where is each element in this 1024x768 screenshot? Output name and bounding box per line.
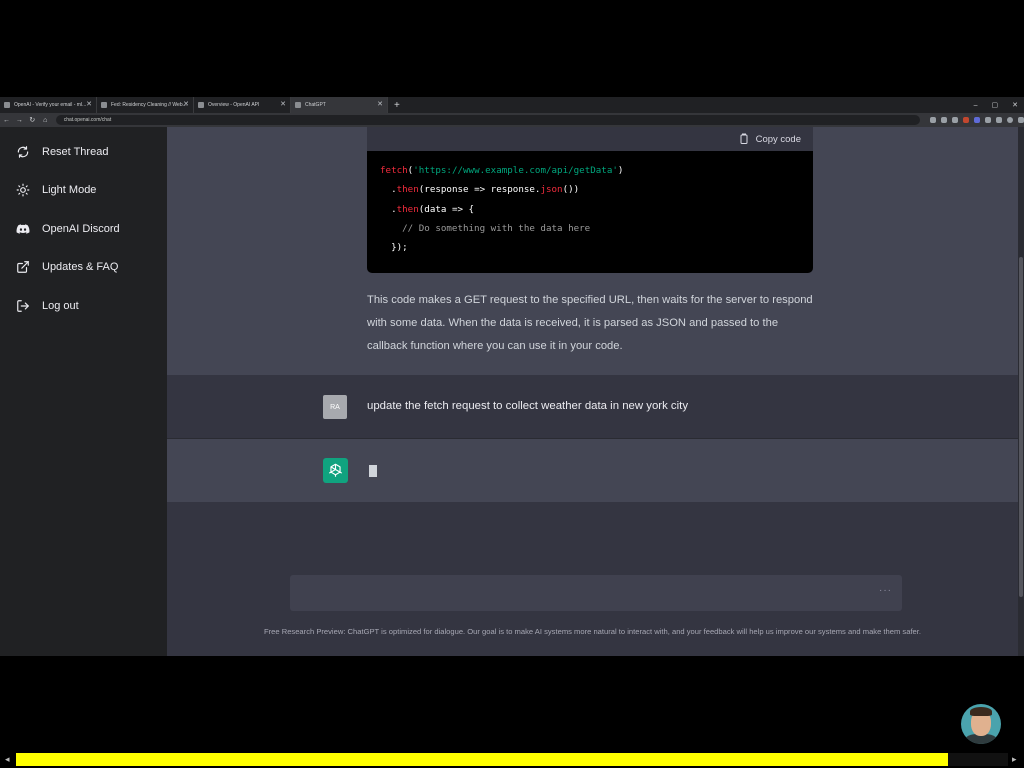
- presenter-hair: [970, 707, 992, 716]
- code-content[interactable]: fetch('https://www.example.com/api/getDa…: [367, 151, 813, 257]
- code-block: Copy code fetch('https://www.example.com…: [367, 127, 813, 273]
- extension-icon[interactable]: [963, 117, 970, 123]
- extension-icon[interactable]: [985, 117, 992, 123]
- tab-favicon-icon: [198, 102, 204, 108]
- zoom-icon[interactable]: [930, 117, 937, 123]
- code-line: // Do something with the data here: [380, 222, 591, 234]
- tab-close-icon[interactable]: ✕: [183, 100, 189, 108]
- home-icon[interactable]: ⌂: [39, 117, 52, 124]
- sidebar-item-label: Reset Thread: [42, 146, 109, 158]
- extensions: [930, 117, 1024, 123]
- tab-favicon-icon: [101, 102, 107, 108]
- window-controls: – ▢ ✕: [974, 97, 1018, 113]
- openai-logo-icon: [323, 458, 348, 483]
- share-icon[interactable]: [941, 117, 948, 123]
- code-line: });: [380, 242, 408, 254]
- send-indicator-icon[interactable]: ···: [879, 585, 892, 596]
- browser-tab-bar: OpenAI - Verify your email - ml... ✕ Fed:…: [0, 97, 1024, 113]
- logout-icon: [17, 300, 30, 312]
- copy-code-button[interactable]: Copy code: [738, 133, 801, 145]
- assistant-response-pending: [167, 439, 1018, 502]
- code-header: Copy code: [367, 127, 813, 151]
- discord-icon: [16, 224, 30, 234]
- new-tab-button[interactable]: +: [388, 100, 400, 111]
- tab-close-icon[interactable]: ✕: [86, 100, 92, 108]
- scroll-left-icon[interactable]: ◂: [5, 754, 10, 765]
- code-token: then: [396, 203, 419, 215]
- chat-scrollbar[interactable]: [1018, 127, 1024, 656]
- sidebar: Reset Thread Light Mode OpenAI Discord U…: [0, 127, 167, 656]
- profile-icon[interactable]: [1007, 117, 1014, 123]
- tab-label: Overview - OpenAI API: [208, 102, 260, 108]
- menu-icon[interactable]: [1018, 117, 1024, 123]
- video-progress-bar[interactable]: [16, 753, 1008, 766]
- code-token: (response => response.: [418, 184, 541, 196]
- video-progress-fill: [16, 753, 949, 766]
- tab-label: Fed: Residency Cleaning // Web...: [111, 102, 187, 108]
- code-token: ): [617, 165, 624, 176]
- presenter-avatar: [961, 704, 1001, 744]
- minimize-icon[interactable]: –: [974, 102, 978, 109]
- code-line: .then(data => {: [380, 200, 813, 219]
- tab-close-icon[interactable]: ✕: [280, 100, 286, 108]
- browser-tab[interactable]: Overview - OpenAI API ✕: [194, 97, 291, 113]
- back-icon[interactable]: ←: [0, 117, 13, 124]
- code-token: .: [380, 203, 397, 215]
- code-token: json: [540, 184, 563, 196]
- bookmark-icon[interactable]: [952, 117, 959, 123]
- typing-cursor: [369, 465, 377, 477]
- footer-disclaimer: Free Research Preview: ChatGPT is optimi…: [263, 627, 921, 636]
- sidebar-item-light-mode[interactable]: Light Mode: [0, 175, 167, 205]
- clipboard-icon: [740, 133, 748, 144]
- code-line: .then(response => response.json()): [380, 180, 813, 199]
- assistant-explanation: This code makes a GET request to the spe…: [367, 294, 813, 352]
- scroll-right-icon[interactable]: ▸: [1012, 754, 1017, 765]
- sidebar-item-label: Updates & FAQ: [42, 261, 119, 273]
- url-field[interactable]: chat.openai.com/chat: [55, 115, 921, 125]
- copy-code-label: Copy code: [755, 133, 801, 145]
- external-link-icon: [17, 261, 29, 273]
- forward-icon[interactable]: →: [13, 117, 26, 124]
- address-bar: ← → ↻ ⌂ chat.openai.com/chat: [0, 113, 1024, 127]
- sidebar-item-label: Light Mode: [42, 184, 97, 196]
- sun-icon: [16, 183, 30, 197]
- sidebar-item-openai-discord[interactable]: OpenAI Discord: [0, 214, 167, 244]
- user-avatar: RA: [323, 395, 347, 419]
- message-input[interactable]: [300, 583, 860, 603]
- code-token: then: [396, 184, 419, 196]
- extension-icon[interactable]: [974, 117, 981, 123]
- code-token: .: [380, 184, 397, 196]
- tab-label: OpenAI - Verify your email - ml...: [14, 102, 87, 108]
- tab-label: ChatGPT: [305, 102, 326, 108]
- sidebar-item-updates-faq[interactable]: Updates & FAQ: [0, 252, 167, 282]
- code-line: fetch('https://www.example.com/api/getDa…: [380, 161, 813, 180]
- sidebar-item-label: OpenAI Discord: [42, 223, 120, 235]
- user-message-text: update the fetch request to collect weat…: [367, 400, 689, 412]
- user-message: RA update the fetch request to collect w…: [167, 375, 1018, 439]
- code-token: fetch: [380, 165, 408, 176]
- maximize-icon[interactable]: ▢: [992, 101, 999, 109]
- message-input-box[interactable]: ···: [290, 575, 902, 611]
- tab-favicon-icon: [295, 102, 301, 108]
- extension-icon[interactable]: [996, 117, 1003, 123]
- refresh-icon: [17, 146, 29, 158]
- scrollbar-thumb[interactable]: [1019, 257, 1023, 597]
- browser-tab-active[interactable]: ChatGPT ✕: [291, 97, 388, 113]
- sidebar-item-label: Log out: [42, 300, 79, 312]
- close-window-icon[interactable]: ✕: [1012, 101, 1018, 109]
- url-text: chat.openai.com/chat: [63, 117, 112, 123]
- tab-close-icon[interactable]: ✕: [377, 100, 383, 108]
- browser-tab[interactable]: OpenAI - Verify your email - ml... ✕: [0, 97, 97, 113]
- sidebar-item-log-out[interactable]: Log out: [0, 291, 167, 321]
- browser-tab[interactable]: Fed: Residency Cleaning // Web... ✕: [97, 97, 194, 113]
- assistant-message: Copy code fetch('https://www.example.com…: [167, 127, 1018, 375]
- reload-icon[interactable]: ↻: [26, 116, 39, 124]
- code-token: ()): [562, 184, 580, 196]
- code-token: 'https://www.example.com/api/getData': [413, 165, 618, 176]
- sidebar-item-reset-thread[interactable]: Reset Thread: [0, 137, 167, 167]
- code-token: (data => {: [418, 203, 475, 215]
- tab-favicon-icon: [4, 102, 10, 108]
- chat-main: Copy code fetch('https://www.example.com…: [167, 127, 1018, 656]
